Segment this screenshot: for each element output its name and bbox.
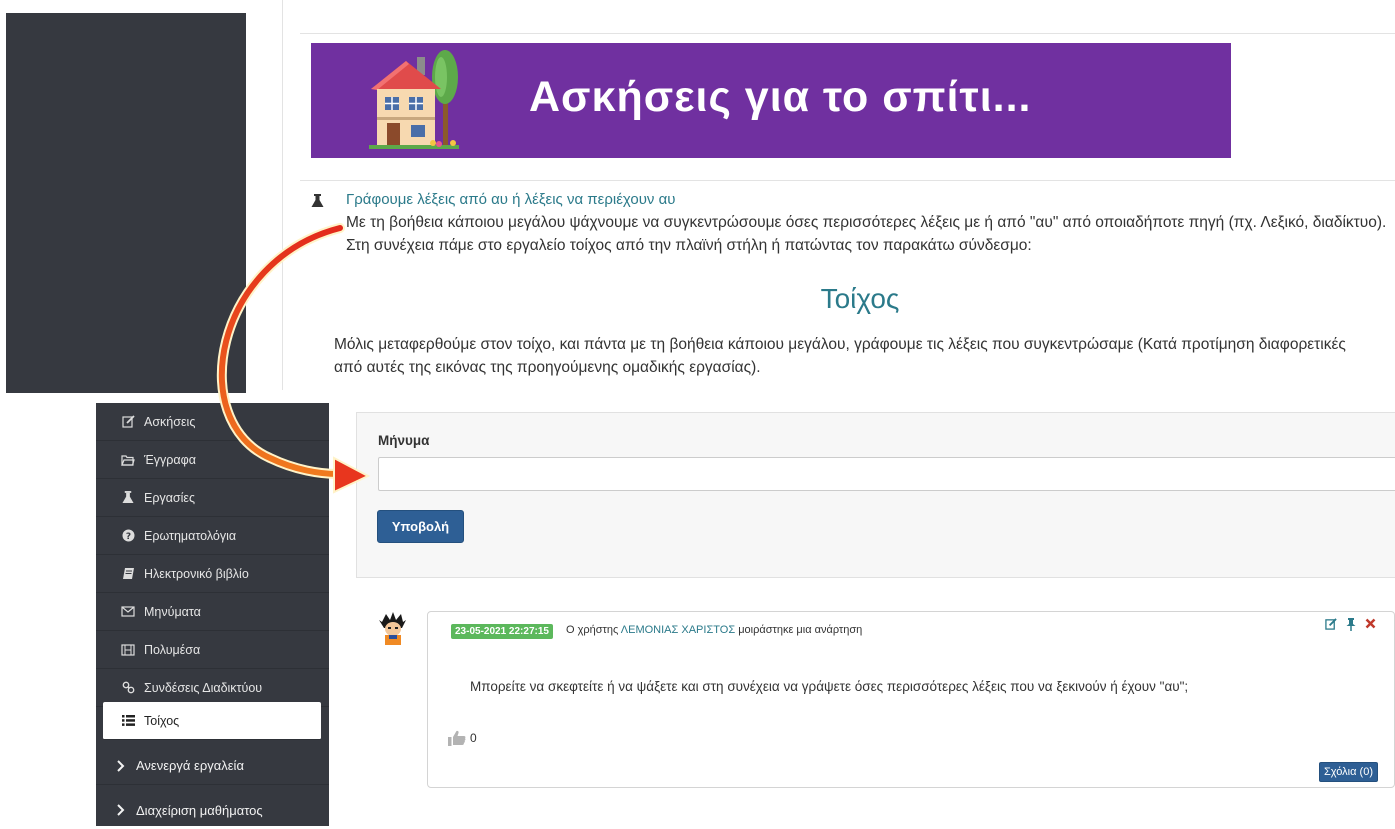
book-icon: [122, 568, 134, 579]
sidebar-group-label: Ανενεργά εργαλεία: [136, 758, 244, 773]
chevron-right-icon: [116, 804, 124, 816]
like-control[interactable]: 0: [448, 730, 477, 746]
sidebar-item-label: Πολυμέσα: [144, 642, 201, 657]
submit-button[interactable]: Υποβολή: [377, 510, 464, 543]
sidebar-item-ebook[interactable]: Ηλεκτρονικό βιβλίο: [96, 555, 329, 593]
sidebar-item-label: Ηλεκτρονικό βιβλίο: [144, 566, 249, 581]
assignment-instructions: Μόλις μεταφερθούμε στον τοίχο, και πάντα…: [334, 336, 1346, 376]
post-meta: Ο χρήστης ΛΕΜΟΝΙΑΣ ΧΑΡΙΣΤΟΣ μοιράστηκε μ…: [566, 624, 862, 636]
sidebar-background-top: [6, 13, 246, 393]
edit-icon: [121, 415, 135, 428]
wall-link[interactable]: Τοίχος: [0, 283, 1395, 315]
post-actions: [1325, 618, 1376, 631]
pin-icon[interactable]: [1346, 618, 1356, 631]
list-icon: [121, 715, 135, 726]
message-form-panel: Μήνυμα Υποβολή: [356, 412, 1395, 578]
folder-icon: [121, 454, 135, 466]
envelope-icon: [121, 606, 135, 617]
sidebar-item-label: Εργασίες: [144, 490, 196, 505]
sidebar-item-questionnaires[interactable]: ? Ερωτηματολόγια: [96, 517, 329, 555]
post-meta-prefix: Ο χρήστης: [566, 624, 619, 636]
link-icon: [122, 681, 134, 694]
house-icon: [369, 50, 459, 149]
banner-title: Ασκήσεις για το σπίτι...: [529, 73, 1032, 121]
flask-icon: [122, 491, 134, 504]
post-date-badge: 23-05-2021 22:27:15: [451, 624, 553, 639]
sidebar-item-label: Ερωτηματολόγια: [144, 528, 237, 543]
film-icon: [121, 643, 135, 656]
sidebar-item-documents[interactable]: Έγγραφα: [96, 441, 329, 479]
sidebar-item-assignments[interactable]: Εργασίες: [96, 479, 329, 517]
message-label: Μήνυμα: [378, 433, 430, 448]
assignment-description: Με τη βοήθεια κάποιου μεγάλου ψάχνουμε ν…: [346, 214, 1387, 254]
like-count: 0: [470, 731, 477, 745]
assignment-title-link[interactable]: Γράφουμε λέξεις από αυ ή λέξεις να περιέ…: [346, 191, 675, 208]
wall-post: 23-05-2021 22:27:15 Ο χρήστης ΛΕΜΟΝΙΑΣ Χ…: [427, 611, 1395, 788]
sidebar-item-label: Τοίχος: [144, 713, 180, 728]
sidebar-item-multimedia[interactable]: Πολυμέσα: [96, 631, 329, 669]
course-tools-sidebar: Ασκήσεις Έγγραφα Εργασίες ? Ερωτηματολόγ…: [96, 403, 329, 826]
delete-icon[interactable]: [1365, 618, 1376, 629]
svg-text:?: ?: [125, 532, 130, 542]
sidebar-item-wall[interactable]: Τοίχος: [103, 702, 321, 740]
chevron-right-icon: [116, 759, 124, 772]
sidebar-item-label: Συνδέσεις Διαδικτύου: [144, 680, 263, 695]
message-input[interactable]: [378, 457, 1395, 491]
flask-icon: [311, 194, 324, 207]
edit-icon[interactable]: [1325, 618, 1337, 630]
sidebar-item-label: Μηνύματα: [144, 604, 201, 619]
question-circle-icon: ?: [122, 529, 134, 542]
post-meta-suffix: μοιράστηκε μια ανάρτηση: [738, 624, 863, 636]
sidebar-item-exercises[interactable]: Ασκήσεις: [96, 403, 329, 441]
sidebar-group-course-management[interactable]: Διαχείριση μαθήματος: [96, 791, 329, 829]
post-author-link[interactable]: ΛΕΜΟΝΙΑΣ ΧΑΡΙΣΤΟΣ: [621, 624, 735, 636]
sidebar-item-label: Ασκήσεις: [144, 414, 196, 429]
sidebar-item-messages[interactable]: Μηνύματα: [96, 593, 329, 631]
sidebar-item-label: Έγγραφα: [144, 452, 196, 467]
homework-banner: Ασκήσεις για το σπίτι...: [311, 43, 1231, 158]
content-divider: [300, 180, 1395, 181]
avatar: [379, 612, 406, 645]
sidebar-group-label: Διαχείριση μαθήματος: [136, 802, 263, 818]
sidebar-group-inactive-tools[interactable]: Ανενεργά εργαλεία: [96, 747, 329, 785]
comments-button[interactable]: Σχόλια (0): [1319, 762, 1378, 782]
content-divider: [300, 33, 1395, 34]
post-body: Μπορείτε να σκεφτείτε ή να ψάξετε και στ…: [470, 679, 1189, 694]
content-divider: [282, 0, 283, 390]
thumbs-up-icon[interactable]: [448, 730, 466, 746]
